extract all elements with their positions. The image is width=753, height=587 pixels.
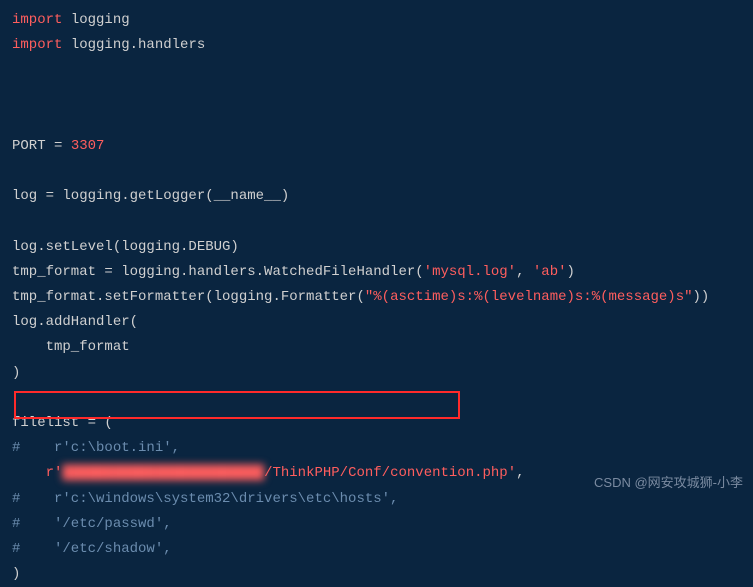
- module-name: logging.handlers: [62, 37, 205, 53]
- statement: log = logging.getLogger(__name__): [12, 188, 289, 204]
- statement: log.setLevel(logging.DEBUG): [12, 239, 239, 255]
- statement: filelist = (: [12, 415, 113, 431]
- comment: # '/etc/shadow',: [12, 541, 172, 557]
- string-literal: "%(asctime)s:%(levelname)s:%(message)s": [365, 289, 693, 305]
- string-literal: 'mysql.log': [424, 264, 516, 280]
- punct: ): [567, 264, 575, 280]
- code-line-21: # '/etc/passwd',: [12, 512, 741, 537]
- code-line-4: [12, 84, 741, 109]
- code-line-13: log.addHandler(: [12, 310, 741, 335]
- comment: # '/etc/passwd',: [12, 516, 172, 532]
- code-line-7: [12, 159, 741, 184]
- statement: log.addHandler(: [12, 314, 138, 330]
- code-line-6: PORT = 3307: [12, 134, 741, 159]
- string-literal: 'ab': [533, 264, 567, 280]
- module-name: logging: [62, 12, 129, 28]
- code-line-18: # r'c:\boot.ini',: [12, 436, 741, 461]
- statement: ): [12, 566, 20, 582]
- punct: ,: [516, 264, 533, 280]
- code-line-12: tmp_format.setFormatter(logging.Formatte…: [12, 285, 741, 310]
- comment: # r'c:\boot.ini',: [12, 440, 180, 456]
- code-line-17: filelist = (: [12, 411, 741, 436]
- code-line-23: ): [12, 562, 741, 587]
- string-prefix: r': [12, 465, 62, 481]
- code-line-8: log = logging.getLogger(__name__): [12, 184, 741, 209]
- keyword-import: import: [12, 37, 62, 53]
- assignment: PORT =: [12, 138, 71, 154]
- statement: ): [12, 365, 20, 381]
- punct: )): [693, 289, 710, 305]
- watermark-text: CSDN @网安攻城狮-小李: [594, 471, 743, 494]
- code-line-5: [12, 109, 741, 134]
- code-line-16: [12, 386, 741, 411]
- comment: # r'c:\windows\system32\drivers\etc\host…: [12, 491, 398, 507]
- statement: tmp_format: [12, 339, 130, 355]
- code-line-1: import logging: [12, 8, 741, 33]
- code-line-14: tmp_format: [12, 335, 741, 360]
- code-line-22: # '/etc/shadow',: [12, 537, 741, 562]
- statement: tmp_format = logging.handlers.WatchedFil…: [12, 264, 424, 280]
- code-line-3: [12, 58, 741, 83]
- code-line-11: tmp_format = logging.handlers.WatchedFil…: [12, 260, 741, 285]
- keyword-import: import: [12, 12, 62, 28]
- redacted-text: ████████████████████████: [62, 465, 264, 481]
- code-line-10: log.setLevel(logging.DEBUG): [12, 235, 741, 260]
- string-literal: /ThinkPHP/Conf/convention.php': [264, 465, 516, 481]
- code-line-9: [12, 210, 741, 235]
- punct: ,: [516, 465, 524, 481]
- code-line-15: ): [12, 361, 741, 386]
- statement: tmp_format.setFormatter(logging.Formatte…: [12, 289, 365, 305]
- number-literal: 3307: [71, 138, 105, 154]
- code-line-2: import logging.handlers: [12, 33, 741, 58]
